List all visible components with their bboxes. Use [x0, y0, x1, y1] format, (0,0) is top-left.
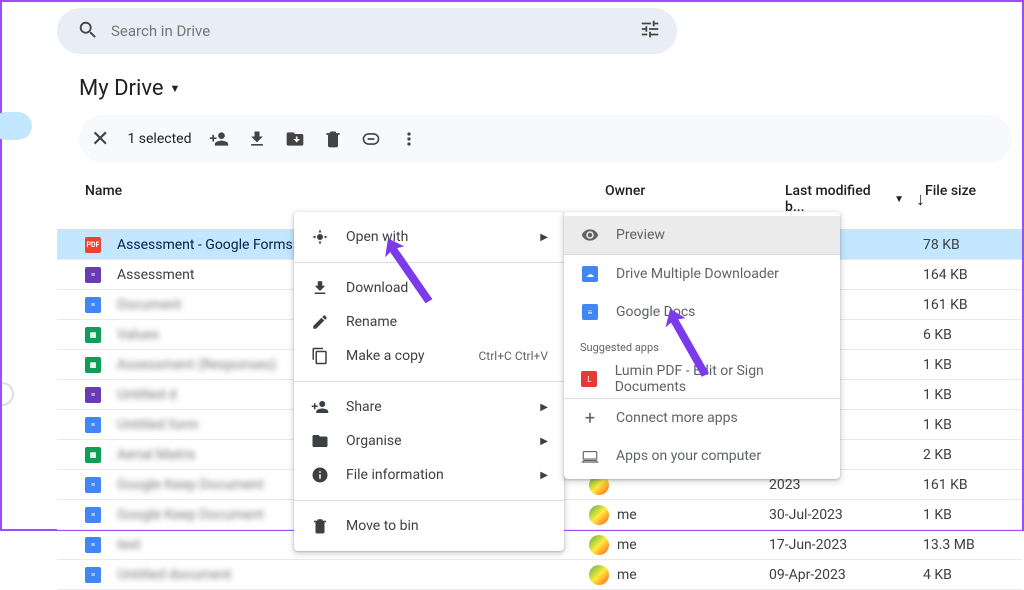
modified-label: 30-Jul-2023: [769, 507, 923, 523]
submenu-preview[interactable]: Preview: [564, 216, 840, 254]
open-with-icon: [310, 228, 330, 246]
size-label: 1 KB: [923, 387, 993, 403]
selection-toolbar: ✕ 1 selected: [79, 115, 1012, 163]
submenu-apps-on-computer[interactable]: Apps on your computer: [564, 437, 840, 475]
selection-count: 1 selected: [127, 131, 191, 147]
col-size[interactable]: File size: [925, 183, 995, 215]
lumin-icon: L: [580, 371, 599, 387]
left-pill-fragment: [0, 112, 32, 140]
google-docs-icon: ≡: [580, 304, 600, 320]
link-icon[interactable]: [361, 129, 381, 149]
download-icon: [310, 279, 330, 297]
owner-label: me: [617, 507, 637, 523]
file-name: Assessment (Responses): [117, 357, 276, 373]
submenu-arrow-icon: ▶: [540, 470, 548, 481]
trash-icon: [310, 517, 330, 535]
docs-icon: ≡: [85, 477, 101, 493]
copy-icon: [310, 347, 330, 365]
menu-file-info[interactable]: File information ▶: [294, 458, 564, 492]
docs-icon: ≡: [85, 297, 101, 313]
move-icon[interactable]: [285, 129, 305, 149]
file-name: Assessment: [117, 267, 194, 283]
submenu-connect-more[interactable]: + Connect more apps: [564, 399, 840, 437]
pencil-icon: [310, 313, 330, 331]
chevron-down-icon: ▼: [170, 82, 181, 95]
folder-icon: [310, 432, 330, 450]
owner-label: me: [617, 567, 637, 583]
eye-icon: [580, 226, 600, 244]
menu-organise[interactable]: Organise ▶: [294, 424, 564, 458]
size-label: 164 KB: [923, 267, 993, 283]
search-input[interactable]: [111, 22, 639, 40]
docs-icon: ≡: [85, 417, 101, 433]
modified-label: 17-Jun-2023: [769, 537, 923, 553]
size-label: 6 KB: [923, 327, 993, 343]
search-icon: [77, 19, 101, 43]
info-icon: [310, 466, 330, 484]
submenu-drive-downloader[interactable]: ☁ Drive Multiple Downloader: [564, 255, 840, 293]
file-name: Document: [117, 297, 181, 313]
download-icon[interactable]: [247, 129, 267, 149]
share-user-icon[interactable]: [209, 129, 229, 149]
avatar: [589, 505, 609, 525]
close-icon[interactable]: ✕: [91, 127, 109, 152]
forms-icon: ≡: [85, 267, 101, 283]
breadcrumb[interactable]: My Drive ▼: [57, 58, 1022, 115]
file-name: Untitled d: [117, 387, 176, 403]
page-title: My Drive: [79, 76, 164, 101]
docs-icon: ≡: [85, 567, 101, 583]
file-name: Untitled form: [117, 417, 198, 433]
sheets-icon: ▦: [85, 447, 101, 463]
col-modified[interactable]: Last modified b... ▼ ↓: [785, 183, 925, 215]
submenu-arrow-icon: ▶: [540, 232, 548, 243]
tune-icon[interactable]: [639, 18, 661, 44]
laptop-icon: [580, 447, 600, 465]
file-name: text: [117, 537, 141, 553]
table-row[interactable]: ≡ Untitled document me 09-Apr-20234 KB: [57, 560, 1022, 590]
sheets-icon: ▦: [85, 357, 101, 373]
file-name: Values: [117, 327, 159, 343]
file-name: Assessment - Google Forms.pdf: [117, 237, 317, 253]
col-name[interactable]: Name: [85, 183, 605, 215]
size-label: 1 KB: [923, 357, 993, 373]
more-icon[interactable]: [399, 129, 419, 149]
modified-label: 09-Apr-2023: [769, 567, 923, 583]
size-label: 161 KB: [923, 477, 993, 493]
menu-share[interactable]: Share ▶: [294, 390, 564, 424]
sheets-icon: ▦: [85, 327, 101, 343]
size-label: 2 KB: [923, 447, 993, 463]
avatar: [589, 535, 609, 555]
cloud-download-icon: ☁: [580, 266, 600, 282]
pdf-icon: PDF: [85, 237, 101, 253]
docs-icon: ≡: [85, 537, 101, 553]
size-label: 78 KB: [923, 237, 993, 253]
file-name: Aerial Matrix: [117, 447, 196, 463]
share-icon: [310, 398, 330, 416]
docs-icon: ≡: [85, 507, 101, 523]
chevron-down-icon: ▼: [894, 194, 904, 205]
submenu-arrow-icon: ▶: [540, 402, 548, 413]
menu-make-copy[interactable]: Make a copy Ctrl+C Ctrl+V: [294, 339, 564, 373]
size-label: 4 KB: [923, 567, 993, 583]
file-name: Google Keep Document: [117, 507, 264, 523]
sort-arrow-icon: ↓: [916, 189, 925, 210]
submenu-arrow-icon: ▶: [540, 436, 548, 447]
size-label: 13.3 MB: [923, 537, 993, 553]
avatar: [589, 565, 609, 585]
size-label: 1 KB: [923, 417, 993, 433]
search-bar[interactable]: [57, 8, 677, 54]
trash-icon[interactable]: [323, 129, 343, 149]
col-owner[interactable]: Owner: [605, 183, 785, 215]
size-label: 161 KB: [923, 297, 993, 313]
size-label: 1 KB: [923, 507, 993, 523]
file-name: Google Keep Document: [117, 477, 264, 493]
owner-label: me: [617, 537, 637, 553]
forms-icon: ≡: [85, 387, 101, 403]
plus-icon: +: [580, 408, 600, 429]
menu-move-to-bin[interactable]: Move to bin: [294, 509, 564, 543]
file-name: Untitled document: [117, 567, 232, 583]
